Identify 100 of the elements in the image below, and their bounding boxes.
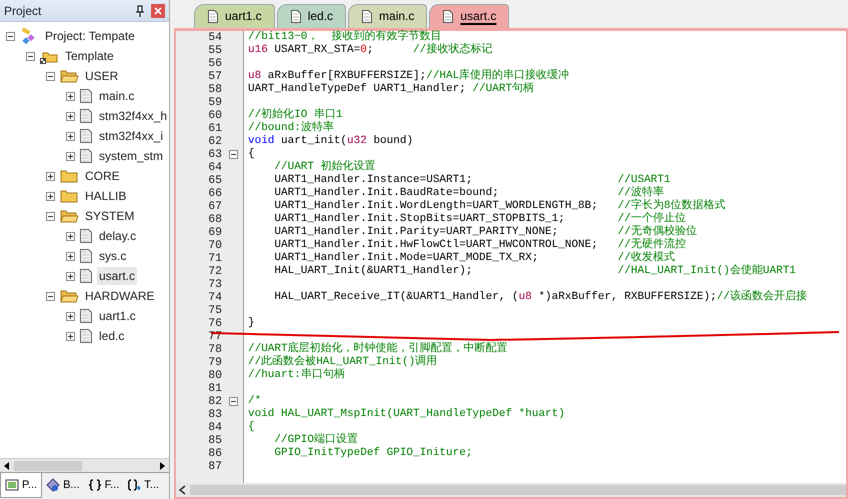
code-line: u8 aRxBuffer[RXBUFFERSIZE];//HAL库使用的串口接收缓冲 <box>248 70 570 82</box>
collapse-icon[interactable] <box>46 292 55 300</box>
code-line: UART1_Handler.Init.HwFlowCtl=UART_HWCONTROL_NONE; //无硬件流控 <box>273 239 687 251</box>
line-number: 79 <box>207 356 223 369</box>
tree-item[interactable]: HALLIB <box>83 187 128 205</box>
expand-icon[interactable] <box>66 252 75 260</box>
collapse-icon[interactable] <box>46 72 55 80</box>
tree-item[interactable]: sys.c <box>97 247 128 265</box>
close-icon <box>154 6 162 14</box>
tree-item[interactable]: led.c <box>97 327 126 345</box>
tree-item[interactable]: stm32f4xx_i <box>97 127 166 145</box>
tree-item[interactable]: stm32f4xx_h <box>97 107 169 125</box>
expand-icon[interactable] <box>66 272 75 280</box>
line-number: 60 <box>207 109 223 122</box>
horizontal-scrollbar[interactable] <box>176 483 846 497</box>
file-tab[interactable]: uart1.c <box>194 4 275 28</box>
expand-icon[interactable] <box>66 232 75 240</box>
expand-icon[interactable] <box>46 192 55 200</box>
expand-icon[interactable] <box>66 332 75 340</box>
expand-icon[interactable] <box>66 92 75 100</box>
line-number: 87 <box>207 460 223 473</box>
code-line: HAL_UART_Init(&UART1_Handler); //HAL_UART_Init()会使能UART1 <box>273 265 797 278</box>
folder-icon <box>59 188 79 204</box>
file-icon <box>79 128 93 144</box>
line-number: 62 <box>207 135 223 148</box>
code-line: GPIO_InitTypeDef GPIO_Initure; <box>273 447 474 460</box>
line-number: 65 <box>207 174 223 187</box>
list-icon <box>5 478 19 492</box>
panel-tab[interactable]: B... <box>42 473 84 497</box>
line-number: 78 <box>207 343 223 356</box>
line-number: 86 <box>207 447 223 460</box>
file-tab[interactable]: usart.c <box>429 4 510 28</box>
line-number: 63 <box>207 148 223 161</box>
code-line: //UART底层初始化，时钟使能，引脚配置，中断配置 <box>248 343 509 355</box>
line-number: 73 <box>207 278 223 291</box>
code-line: } <box>248 317 256 330</box>
code-line: { <box>248 421 256 434</box>
close-button[interactable] <box>151 4 165 18</box>
panel-tab[interactable]: F... <box>84 473 124 497</box>
panel-tab[interactable]: T... <box>123 473 163 497</box>
code-line: UART1_Handler.Instance=USART1; //USART1 <box>273 174 672 186</box>
line-number: 80 <box>207 369 223 382</box>
expand-icon[interactable] <box>46 172 55 180</box>
panel-tab[interactable]: P... <box>0 473 42 498</box>
line-number: 66 <box>207 187 223 200</box>
file-icon <box>207 9 219 24</box>
collapse-icon[interactable] <box>26 52 35 60</box>
line-number: 84 <box>207 421 223 434</box>
line-number: 83 <box>207 408 223 421</box>
code-line: //huart:串口句柄 <box>248 369 346 382</box>
line-number: 85 <box>207 434 223 447</box>
file-tab[interactable]: main.c <box>348 4 428 28</box>
folder-icon <box>59 68 79 84</box>
line-number: 81 <box>207 382 223 395</box>
line-number: 55 <box>207 44 223 57</box>
collapse-icon[interactable] <box>229 150 238 159</box>
file-icon <box>79 248 93 264</box>
line-number: 69 <box>207 226 223 239</box>
collapse-icon[interactable] <box>229 397 238 406</box>
code-line: //bit13~0， 接收到的有效字节数目 <box>248 31 443 43</box>
collapse-icon[interactable] <box>6 32 15 40</box>
panel-title: Project <box>4 2 42 20</box>
expand-icon[interactable] <box>66 312 75 320</box>
code-line: //此函数会被HAL_UART_Init()调用 <box>248 356 438 368</box>
tree-item[interactable]: main.c <box>97 87 136 105</box>
tree-item[interactable]: USER <box>83 67 120 85</box>
code-line: void uart_init(u32 bound) <box>248 135 414 148</box>
tree-item[interactable]: system_stm <box>97 147 166 165</box>
tree-item[interactable]: CORE <box>83 167 122 185</box>
code-line: { <box>248 148 256 161</box>
file-icon <box>79 88 93 104</box>
file-icon <box>79 308 93 324</box>
code-line: UART1_Handler.Init.BaudRate=bound; //波特率 <box>273 187 665 199</box>
expand-icon[interactable] <box>66 112 75 120</box>
line-number: 72 <box>207 265 223 278</box>
tree-item[interactable]: SYSTEM <box>83 207 136 225</box>
line-number: 82 <box>207 395 223 408</box>
file-tab[interactable]: led.c <box>276 4 346 28</box>
file-icon <box>79 268 93 284</box>
tree-item[interactable]: delay.c <box>97 227 138 245</box>
line-number: 56 <box>207 57 223 70</box>
tree-item[interactable]: usart.c <box>97 267 138 285</box>
code-line: HAL_UART_Receive_IT(&UART1_Handler, (u8 *)aRxBuffer, RXBUFFERSIZE);//该函数会开启接 <box>273 291 808 304</box>
expand-icon[interactable] <box>66 152 75 160</box>
pin-icon[interactable] <box>135 4 145 16</box>
line-number: 59 <box>207 96 223 109</box>
code-line: u16 USART_RX_STA=0; //接收状态标记 <box>248 44 494 57</box>
code-line: //bound:波特率 <box>248 122 335 135</box>
tree-item[interactable]: Template <box>63 47 116 65</box>
horizontal-scrollbar[interactable] <box>0 458 169 472</box>
collapse-icon[interactable] <box>46 212 55 220</box>
tree-item[interactable]: Project: Tempate <box>43 27 137 45</box>
expand-icon[interactable] <box>66 132 75 140</box>
tree-item[interactable]: HARDWARE <box>83 287 157 305</box>
code-line: UART1_Handler.Init.StopBits=UART_STOPBITS_1; //一个停止位 <box>273 213 687 225</box>
braces-icon <box>127 478 142 492</box>
folder-icon <box>59 208 79 224</box>
code-line: UART1_Handler.Init.Mode=UART_MODE_TX_RX; //收发模式 <box>273 252 676 265</box>
tree-item[interactable]: uart1.c <box>97 307 138 325</box>
line-number: 64 <box>207 161 223 174</box>
